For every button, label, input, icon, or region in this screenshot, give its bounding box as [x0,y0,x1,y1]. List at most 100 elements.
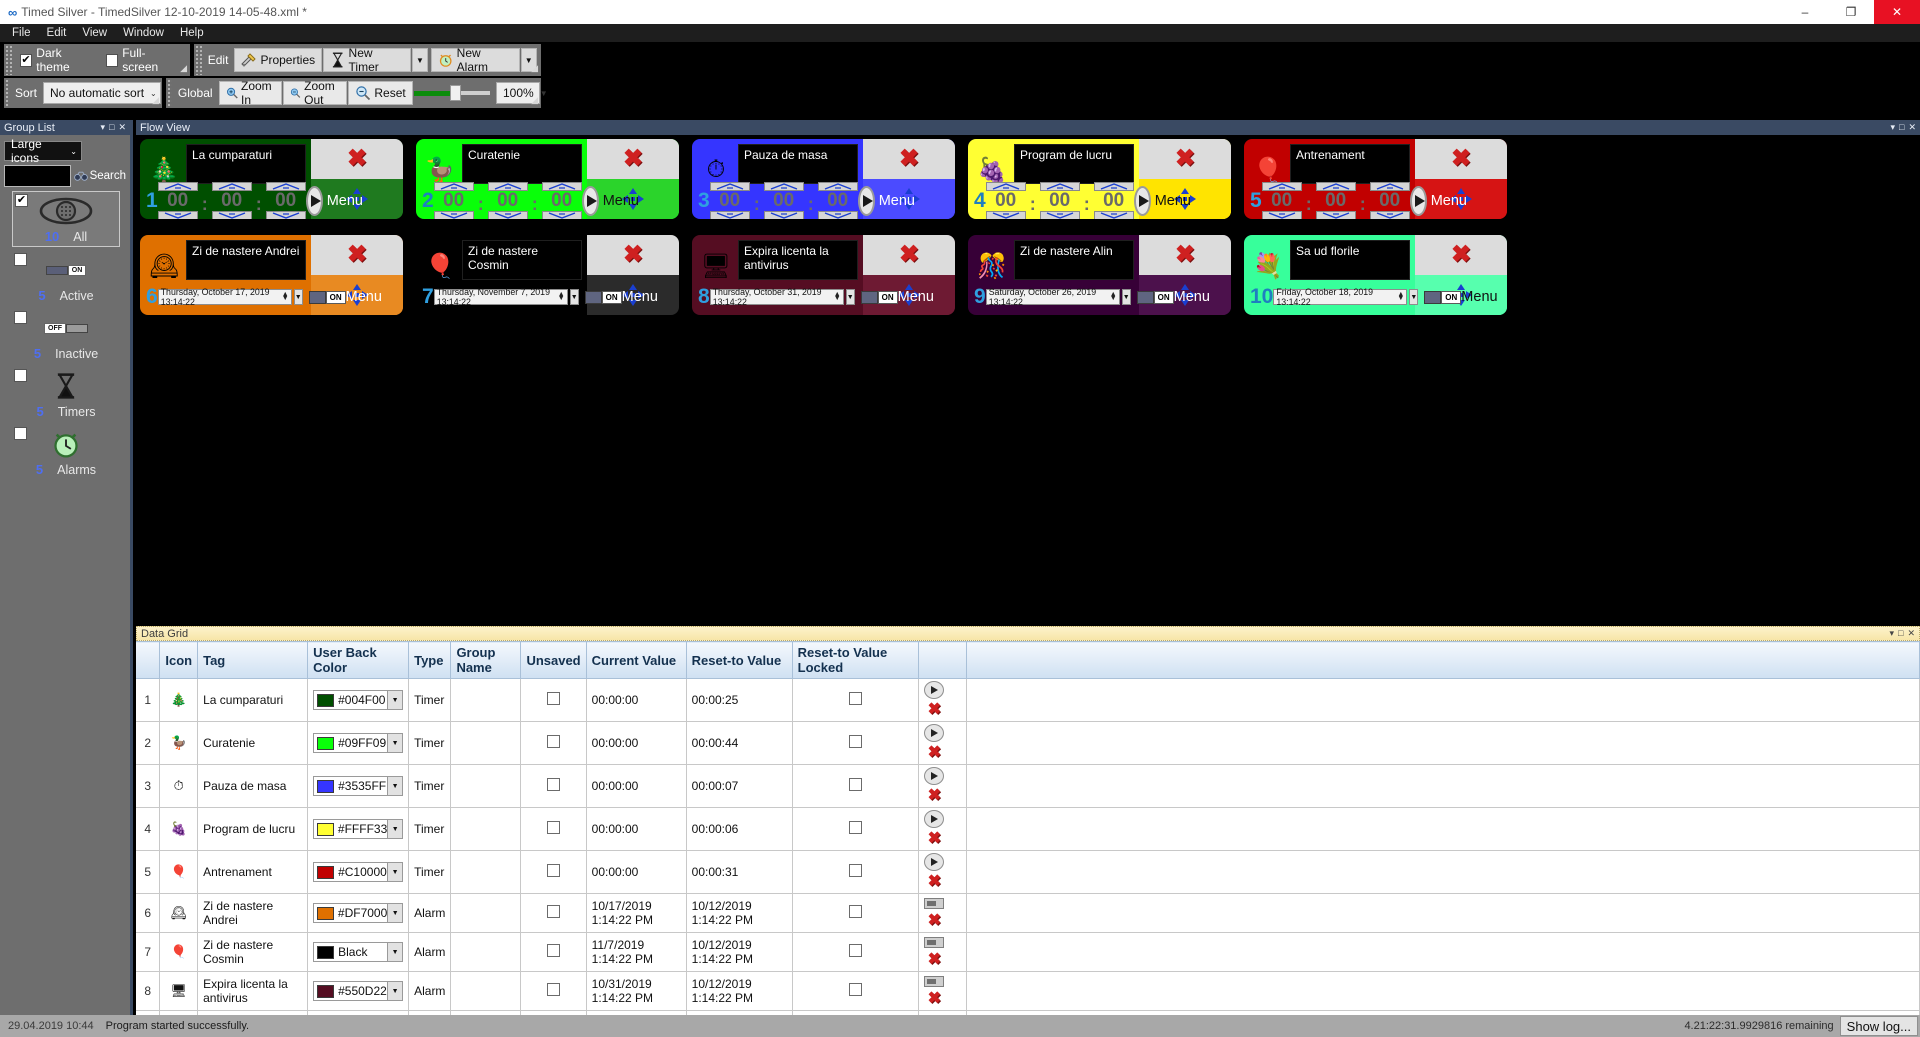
spinner-icon[interactable]: ▲ ▼ [1397,291,1404,302]
row-locked-checkbox[interactable] [848,692,862,705]
column-header-reset-to-value[interactable]: Reset-to Value [685,641,793,679]
chevron-down-icon[interactable]: ▼ [387,777,403,795]
chevron-down-icon[interactable]: ▼ [387,734,403,752]
decrement-arrow-icon[interactable] [1369,211,1410,219]
time-digits[interactable]: 00 [1094,191,1134,211]
card-delete-button[interactable]: ✖ [311,235,403,275]
flow-card-1[interactable]: 🎄 La cumparaturi 1 00:00:00 Menu ✖ [140,139,403,219]
toolbar-resize-handle[interactable]: ◢ [177,64,187,74]
time-field-s[interactable]: 00 [1369,182,1410,219]
card-name-field[interactable]: Sa ud florile [1290,240,1410,280]
row-reset-value[interactable]: 00:00:25 [685,678,793,722]
row-start-button[interactable] [923,810,944,828]
group-item-all-checkbox[interactable]: ✔ [15,194,28,207]
maximize-button[interactable]: ❐ [1828,0,1874,24]
decrement-arrow-icon[interactable] [157,211,198,219]
flow-card-9[interactable]: 🎊 Zi de nastere Alin 9 Saturday, October 26… [968,235,1231,315]
time-digits[interactable]: 00 [1262,191,1302,211]
row-tag[interactable]: Zi de nastere Andrei [197,893,309,933]
flow-view-canvas[interactable]: 🎄 La cumparaturi 1 00:00:00 Menu ✖ 🦆 Curatenie 2… [136,135,1920,622]
row-current-value[interactable]: 11/7/2019 1:14:22 PM [585,932,687,972]
row-color-select[interactable]: #09FF09 ▼ [313,733,404,753]
row-unsaved-checkbox[interactable] [547,905,561,918]
zoom-reset-button[interactable]: Reset [348,81,413,105]
row-color-select[interactable]: #C10000 ▼ [313,862,404,882]
time-field-m[interactable]: 00 [211,182,252,219]
row-reset-value[interactable]: 00:00:07 [685,764,793,808]
row-tag[interactable]: Antrenament [197,850,309,894]
row-group-name[interactable] [450,678,522,722]
row-color-select[interactable]: #FFFF33 ▼ [313,819,404,839]
row-group-name[interactable] [450,850,522,894]
toolbar-grip[interactable] [5,45,12,75]
flow-view-close-button[interactable]: ✕ [1908,122,1916,133]
row-group-name[interactable] [450,721,522,765]
card-delete-button[interactable]: ✖ [1415,235,1507,275]
group-list-autohide-button[interactable]: ▾ [100,122,105,133]
card-name-field[interactable]: Expira licenta la antivirus [738,240,858,280]
time-field-h[interactable]: 00 [1261,182,1302,219]
row-unsaved-checkbox[interactable] [547,944,561,957]
chevron-down-icon[interactable]: ▼ [387,863,403,881]
card-name-field[interactable]: Antrenament [1290,144,1410,184]
group-list-close-button[interactable]: ✕ [118,122,126,133]
card-enable-toggle[interactable]: ON [860,290,898,304]
row-start-button[interactable] [923,767,944,785]
group-item-inactive-checkbox[interactable] [14,311,27,324]
row-delete-button[interactable]: ✖ [928,912,941,929]
time-digits[interactable]: 00 [212,191,252,211]
card-menu-button[interactable]: Menu [622,289,658,305]
row-tag[interactable]: Program de lucru [197,807,309,851]
row-toggle-button[interactable] [923,937,944,949]
card-enable-toggle[interactable]: ON [308,290,346,304]
close-button[interactable]: ✕ [1874,0,1920,24]
card-datetime-field[interactable]: Saturday, October 26, 2019 13:14:22 ▲ ▼ [985,287,1120,307]
card-enable-toggle[interactable]: ON [1136,290,1174,304]
card-menu-button[interactable]: Menu [1431,193,1467,209]
row-unsaved-checkbox[interactable] [547,735,561,748]
card-datetime-field[interactable]: Friday, October 18, 2019 13:14:22 ▲ ▼ [1273,287,1408,307]
new-timer-button[interactable]: New Timer [323,46,411,74]
spinner-icon[interactable]: ▲ ▼ [558,291,565,302]
column-header-unsaved[interactable]: Unsaved [520,641,587,679]
row-group-name[interactable] [450,893,522,933]
row-group-name[interactable] [450,971,522,1011]
card-name-field[interactable]: La cumparaturi [186,144,306,184]
row-start-button[interactable] [923,681,944,699]
table-row[interactable]: 1 🎄 La cumparaturi #004F00 ▼ Timer 00:00:00 00:… [136,678,1920,722]
chevron-down-icon[interactable]: ▼ [387,904,403,922]
flow-card-2[interactable]: 🦆 Curatenie 2 00:00:00 Menu ✖ [416,139,679,219]
row-toggle-button[interactable] [923,898,944,910]
group-search-button[interactable]: Search [73,166,126,186]
row-delete-button[interactable]: ✖ [928,951,941,968]
data-grid-close-button[interactable]: ✕ [1907,628,1915,639]
row-group-name[interactable] [450,807,522,851]
row-delete-button[interactable]: ✖ [928,701,941,718]
row-locked-checkbox[interactable] [848,821,862,834]
time-field-m[interactable]: 00 [1039,182,1080,219]
spinner-icon[interactable]: ▲ ▼ [1110,291,1117,302]
time-digits[interactable]: 00 [1316,191,1356,211]
card-menu-button[interactable]: Menu [327,193,363,209]
row-color-select[interactable]: #DF7000 ▼ [313,903,404,923]
chevron-down-icon[interactable]: ▼ [387,691,403,709]
table-row[interactable]: 4 🍇 Program de lucru #FFFF33 ▼ Timer 00:00:00 0… [136,807,1920,851]
toolbar-resize-handle[interactable]: ◢ [528,64,538,74]
row-color-select[interactable]: #004F00 ▼ [313,690,404,710]
group-item-active[interactable]: ON 5 Active [12,251,120,305]
flow-card-5[interactable]: 🎈 Antrenament 5 00:00:00 Menu ✖ [1244,139,1507,219]
row-current-value[interactable]: 00:00:00 [585,764,687,808]
table-row[interactable]: 5 🎈 Antrenament #C10000 ▼ Timer 00:00:00 00:00:… [136,850,1920,894]
row-current-value[interactable]: 00:00:00 [585,850,687,894]
flow-card-6[interactable]: 🕰 Zi de nastere Andrei 6 Thursday, October … [140,235,403,315]
chevron-down-icon[interactable]: ▼ [387,943,403,961]
card-delete-button[interactable]: ✖ [863,139,955,179]
card-start-button[interactable] [1133,186,1151,216]
row-reset-value[interactable]: 10/12/2019 1:14:22 PM [685,932,793,972]
time-field-h[interactable]: 00 [157,182,198,219]
row-delete-button[interactable]: ✖ [928,744,941,761]
decrement-arrow-icon[interactable] [985,211,1026,219]
spinner-icon[interactable]: ▲ ▼ [834,291,841,302]
new-alarm-button[interactable]: New Alarm [431,46,520,74]
dark-theme-checkbox[interactable]: ✔ Dark theme [19,46,96,74]
